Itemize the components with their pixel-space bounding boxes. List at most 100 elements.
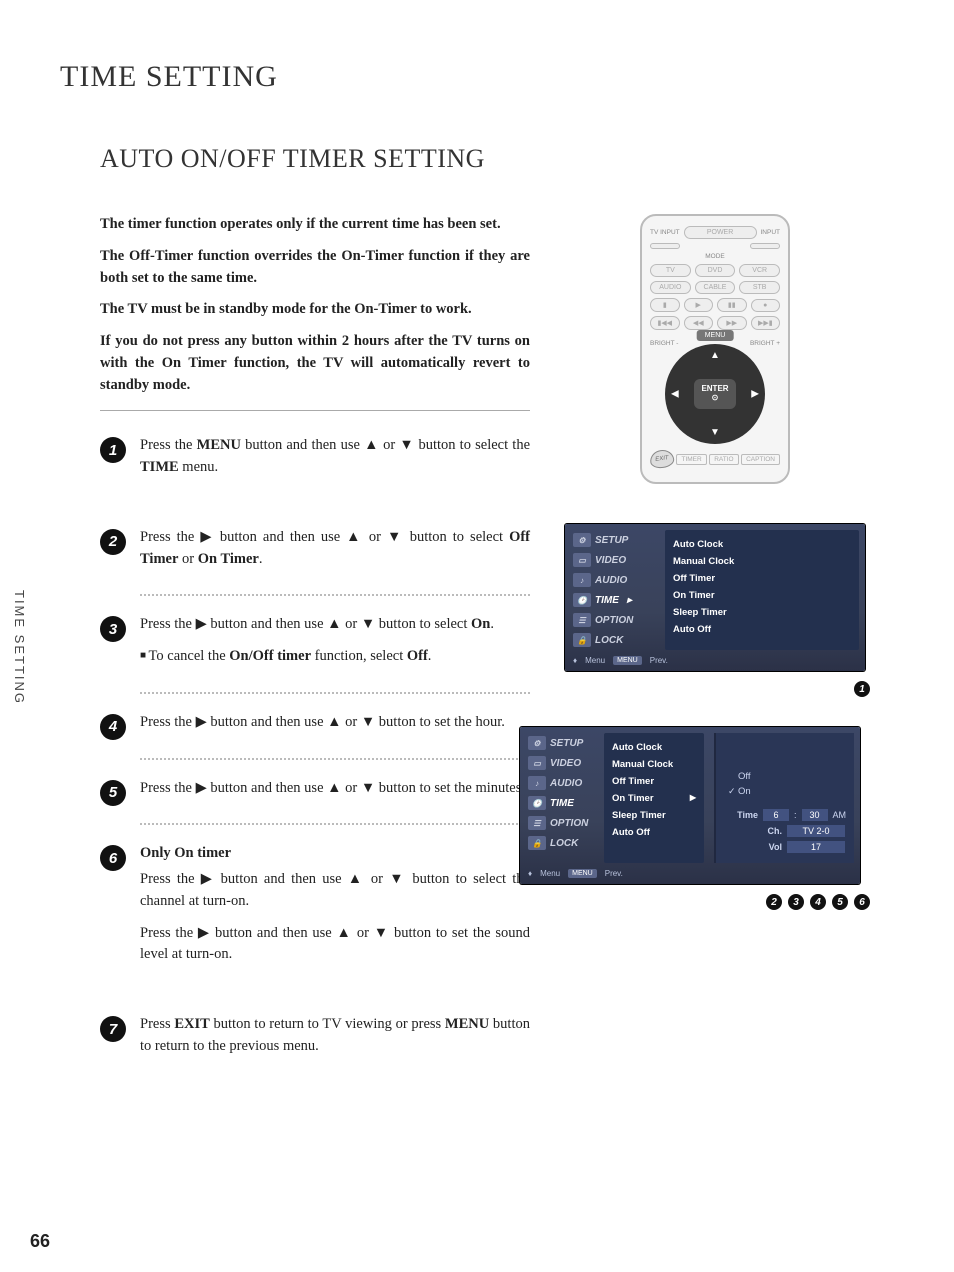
section-title: AUTO ON/OFF TIMER SETTING (100, 144, 884, 174)
step-text: Press the ▶ button and then use ▲ or ▼ b… (140, 778, 525, 800)
osd-time-row: Time 6: 30 AM (724, 807, 846, 823)
step-3: 3 Press the ▶ button and then use ▲ or ▼… (100, 614, 530, 678)
remote-button: TV (650, 264, 691, 277)
step-text: Press the ▶ button and then use ▲ or ▼ b… (140, 923, 530, 967)
osd-item: Off Timer (673, 570, 851, 587)
dotted-divider (140, 594, 530, 596)
osd-screenshot-1: ⚙SETUP ▭VIDEO ♪AUDIO 🕑TIME ▸ ☰OPTION 🔒LO… (565, 524, 865, 671)
clock-icon: 🕑 (573, 593, 591, 607)
right-arrow-icon: ▶ (690, 793, 696, 804)
remote-button (650, 243, 680, 249)
osd-nav-item: ♪AUDIO (571, 570, 659, 590)
remote-transport-button: ● (751, 299, 781, 312)
remote-transport-button: ▶▶ (717, 316, 747, 330)
remote-button: TIMER (676, 454, 706, 465)
remote-button: RATIO (709, 454, 738, 465)
remote-button: DVD (695, 264, 736, 277)
step-ref-badge: 3 (788, 894, 804, 910)
remote-enter-button: ENTER ⊙ (694, 379, 736, 409)
up-arrow-icon: ▲ (710, 350, 720, 361)
remote-illustration: TV INPUT POWER INPUT MODE TV DVD VCR AUD… (640, 214, 790, 484)
step-ref-badge: 5 (832, 894, 848, 910)
osd-volume-row: Vol 17 (724, 839, 846, 855)
step-ref-badge: 2 (766, 894, 782, 910)
osd-hour-field: 6 (763, 809, 789, 821)
video-icon: ▭ (573, 553, 591, 567)
remote-button: AUDIO (650, 281, 691, 294)
dotted-divider (140, 823, 530, 825)
step-number-badge: 3 (100, 616, 126, 642)
step-reference-badges: 1 (560, 681, 870, 697)
osd-nav-item-selected: 🕑TIME ▸ (571, 590, 659, 610)
step-text: Press the ▶ button and then use ▲ or ▼ b… (140, 869, 530, 913)
intro-line: The timer function operates only if the … (100, 214, 530, 236)
step-text: Press EXIT button to return to TV viewin… (140, 1014, 530, 1058)
remote-label: TV INPUT (650, 229, 680, 236)
left-arrow-icon: ◀ (671, 389, 679, 400)
remote-transport-button: ▮▮ (717, 298, 747, 312)
remote-menu-button: MENU (697, 330, 734, 341)
step-4: 4 Press the ▶ button and then use ▲ or ▼… (100, 712, 530, 744)
step-text: Press the MENU button and then use ▲ or … (140, 435, 530, 479)
osd-panel: Auto Clock Manual Clock Off Timer On Tim… (604, 733, 704, 863)
step-number-badge: 7 (100, 1016, 126, 1042)
dotted-divider (140, 692, 530, 694)
osd-nav-item: ⚙SETUP (526, 733, 598, 753)
dotted-divider (140, 758, 530, 760)
intro-block: The timer function operates only if the … (100, 214, 530, 396)
intro-line: The Off-Timer function overrides the On-… (100, 246, 530, 290)
osd-nav-item-selected: 🕑TIME (526, 793, 598, 813)
remote-label: INPUT (761, 229, 781, 236)
osd-item: Auto Clock (673, 536, 851, 553)
remote-power-button: POWER (684, 226, 757, 239)
remote-label: BRIGHT + (750, 340, 780, 347)
osd-nav-item: ♪AUDIO (526, 773, 598, 793)
remote-button: STB (739, 281, 780, 294)
osd-item-selected: On Timer▶ (612, 790, 696, 807)
step-ref-badge: 6 (854, 894, 870, 910)
video-icon: ▭ (528, 756, 546, 770)
page-title: TIME SETTING (60, 60, 884, 94)
step-number-badge: 5 (100, 780, 126, 806)
osd-nav-item: 🔒LOCK (526, 833, 598, 853)
down-arrow-icon: ▼ (710, 427, 720, 438)
osd-item: Auto Off (673, 621, 851, 638)
illustration-column: TV INPUT POWER INPUT MODE TV DVD VCR AUD… (560, 214, 870, 1076)
remote-transport-button: ◀◀ (684, 316, 714, 330)
step-ref-badge: 4 (810, 894, 826, 910)
step-number-badge: 1 (100, 437, 126, 463)
remote-label: MODE (705, 253, 725, 260)
step-1: 1 Press the MENU button and then use ▲ o… (100, 435, 530, 489)
remote-transport-button: ▶▶▮ (751, 316, 781, 330)
osd-nav-item: ☰OPTION (526, 813, 598, 833)
gear-icon: ⚙ (528, 736, 546, 750)
option-icon: ☰ (573, 613, 591, 627)
osd-item: Manual Clock (673, 553, 851, 570)
remote-dpad: MENU ▲ ▼ ◀ ▶ ENTER ⊙ (665, 344, 765, 444)
audio-icon: ♪ (528, 776, 546, 790)
lock-icon: 🔒 (573, 633, 591, 647)
side-tab-label: TIME SETTING (12, 590, 27, 705)
osd-nav-item: 🔒LOCK (571, 630, 659, 650)
clock-icon: 🕑 (528, 796, 546, 810)
audio-icon: ♪ (573, 573, 591, 587)
remote-label: BRIGHT - (650, 340, 678, 347)
osd-footer: ♦Menu MENUPrev. (526, 863, 854, 878)
osd-nav-item: ▭VIDEO (571, 550, 659, 570)
right-arrow-icon: ▶ (751, 389, 759, 400)
step-reference-badges: 2 3 4 5 6 (560, 894, 870, 910)
osd-item: Auto Clock (612, 739, 696, 756)
step-sub-bullet: To cancel the On/Off timer function, sel… (140, 646, 494, 668)
osd-item: Sleep Timer (673, 604, 851, 621)
step-text: Press the ▶ button and then use ▲ or ▼ b… (140, 712, 505, 734)
step-number-badge: 6 (100, 845, 126, 871)
osd-item: Sleep Timer (612, 807, 696, 824)
remote-exit-button: EXIT (649, 448, 675, 469)
osd-channel-field: TV 2-0 (787, 825, 845, 837)
remote-transport-button: ▶ (684, 298, 714, 312)
osd-screenshot-2: ⚙SETUP ▭VIDEO ♪AUDIO 🕑TIME ☰OPTION 🔒LOCK… (520, 727, 860, 884)
step-ref-badge: 1 (854, 681, 870, 697)
remote-button: CABLE (695, 281, 736, 294)
osd-nav-item: ▭VIDEO (526, 753, 598, 773)
intro-line: The TV must be in standby mode for the O… (100, 299, 530, 321)
